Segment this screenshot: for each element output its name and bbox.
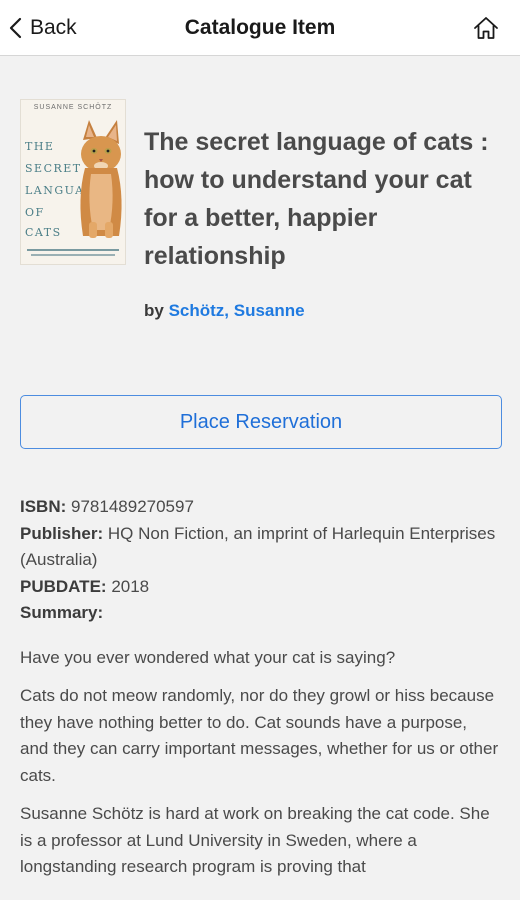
- author-link[interactable]: Schötz, Susanne: [169, 301, 305, 320]
- author-byline: by Schötz, Susanne: [144, 301, 305, 321]
- summary-label: Summary:: [20, 603, 104, 622]
- summary-paragraph: Susanne Schötz is hard at work on breaki…: [20, 804, 490, 876]
- home-icon[interactable]: [472, 14, 500, 42]
- by-label: by: [144, 301, 164, 320]
- pubdate-row: PUBDATE: 2018: [20, 574, 500, 601]
- cover-title-line: CATS: [25, 226, 62, 239]
- isbn-row: ISBN: 9781489270597: [20, 494, 500, 521]
- cover-subtitle-lines: [27, 249, 119, 256]
- back-button[interactable]: Back: [8, 0, 77, 56]
- place-reservation-button[interactable]: Place Reservation: [20, 395, 502, 449]
- cover-author-text: SUSANNE SCHÖTZ: [33, 104, 113, 111]
- cat-illustration: [80, 120, 122, 238]
- summary-paragraph: Cats do not meow randomly, nor do they g…: [20, 686, 499, 785]
- publisher-row: Publisher: HQ Non Fiction, an imprint of…: [20, 521, 500, 574]
- chevron-left-icon: [9, 17, 22, 39]
- top-navigation-bar: Back Catalogue Item: [0, 0, 520, 56]
- pubdate-value: 2018: [111, 576, 150, 596]
- cover-title-line: THE: [25, 140, 55, 153]
- catalogue-item-content[interactable]: SUSANNE SCHÖTZ THE SECRET LANGUAGE OF CA…: [0, 56, 520, 900]
- summary-row: Summary:: [20, 600, 500, 627]
- book-details: ISBN: 9781489270597 Publisher: HQ Non Fi…: [20, 494, 500, 881]
- page-title: Catalogue Item: [184, 15, 336, 39]
- summary-paragraph: Have you ever wondered what your cat is …: [20, 647, 396, 667]
- book-cover-image: SUSANNE SCHÖTZ THE SECRET LANGUAGE OF CA…: [20, 99, 126, 265]
- pubdate-label: PUBDATE:: [20, 576, 107, 596]
- book-title: The secret language of cats : how to und…: [144, 128, 489, 270]
- cover-title-line: OF: [25, 206, 45, 219]
- publisher-label: Publisher:: [20, 523, 104, 543]
- isbn-value: 9781489270597: [71, 497, 194, 516]
- isbn-label: ISBN:: [20, 497, 67, 516]
- back-label: Back: [30, 16, 77, 39]
